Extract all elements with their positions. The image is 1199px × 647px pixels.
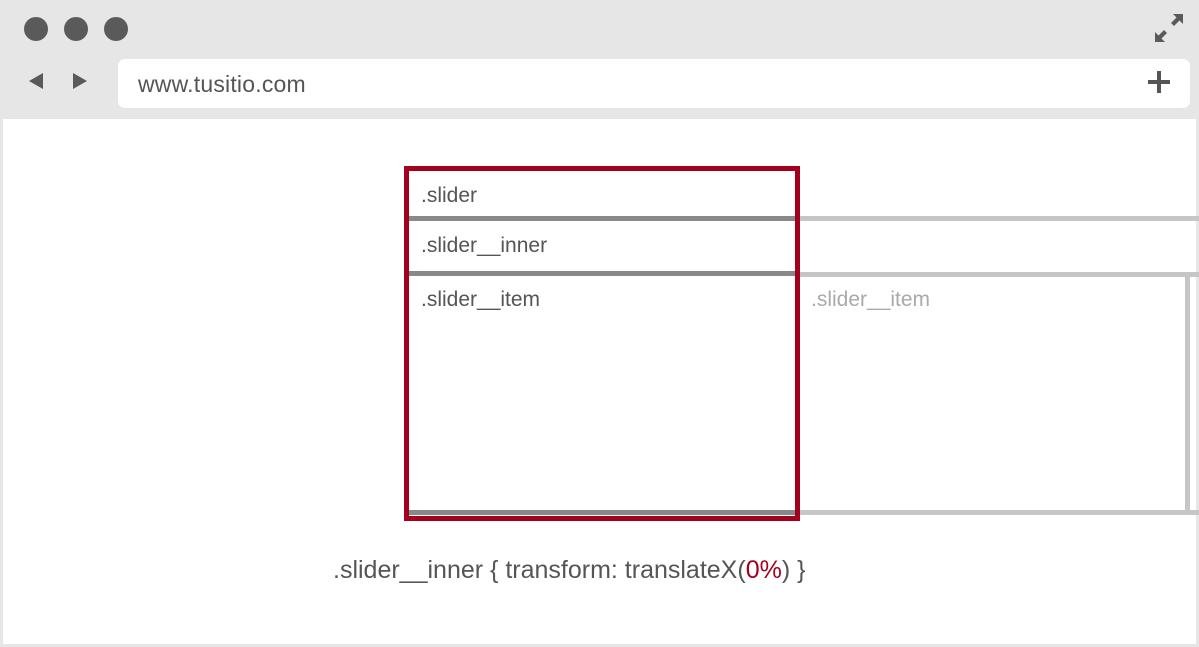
code-value: 0% xyxy=(745,556,782,584)
browser-window: www.tusitio.com .slider .slider__inner .… xyxy=(0,0,1199,647)
css-code-caption: .slider__inner { transform: translateX(0… xyxy=(333,556,805,585)
slider-inner-overflow-tail xyxy=(1190,510,1199,515)
window-button-minimize[interactable] xyxy=(64,17,88,41)
slider-item-label: .slider__item xyxy=(421,288,541,311)
back-arrow-icon[interactable] xyxy=(29,73,43,89)
slider-item-offscreen xyxy=(798,277,1190,515)
forward-arrow-icon[interactable] xyxy=(73,73,87,89)
expand-icon[interactable] xyxy=(1154,13,1184,43)
slider-viewport-frame xyxy=(404,166,800,521)
window-button-zoom[interactable] xyxy=(104,17,128,41)
plus-icon[interactable] xyxy=(1148,71,1170,93)
window-button-close[interactable] xyxy=(24,17,48,41)
browser-chrome: www.tusitio.com xyxy=(3,0,1199,119)
slider-inner-overflow xyxy=(798,216,1199,277)
code-suffix: ) } xyxy=(781,556,806,584)
code-prefix: .slider__inner { transform: translateX( xyxy=(333,556,746,584)
slider-inner-label: .slider__inner xyxy=(421,234,548,257)
slider-label: .slider xyxy=(421,184,478,207)
address-bar[interactable]: www.tusitio.com xyxy=(118,59,1190,108)
slider-item-ghost-label: .slider__item xyxy=(811,288,931,311)
url-text[interactable]: www.tusitio.com xyxy=(138,71,306,98)
